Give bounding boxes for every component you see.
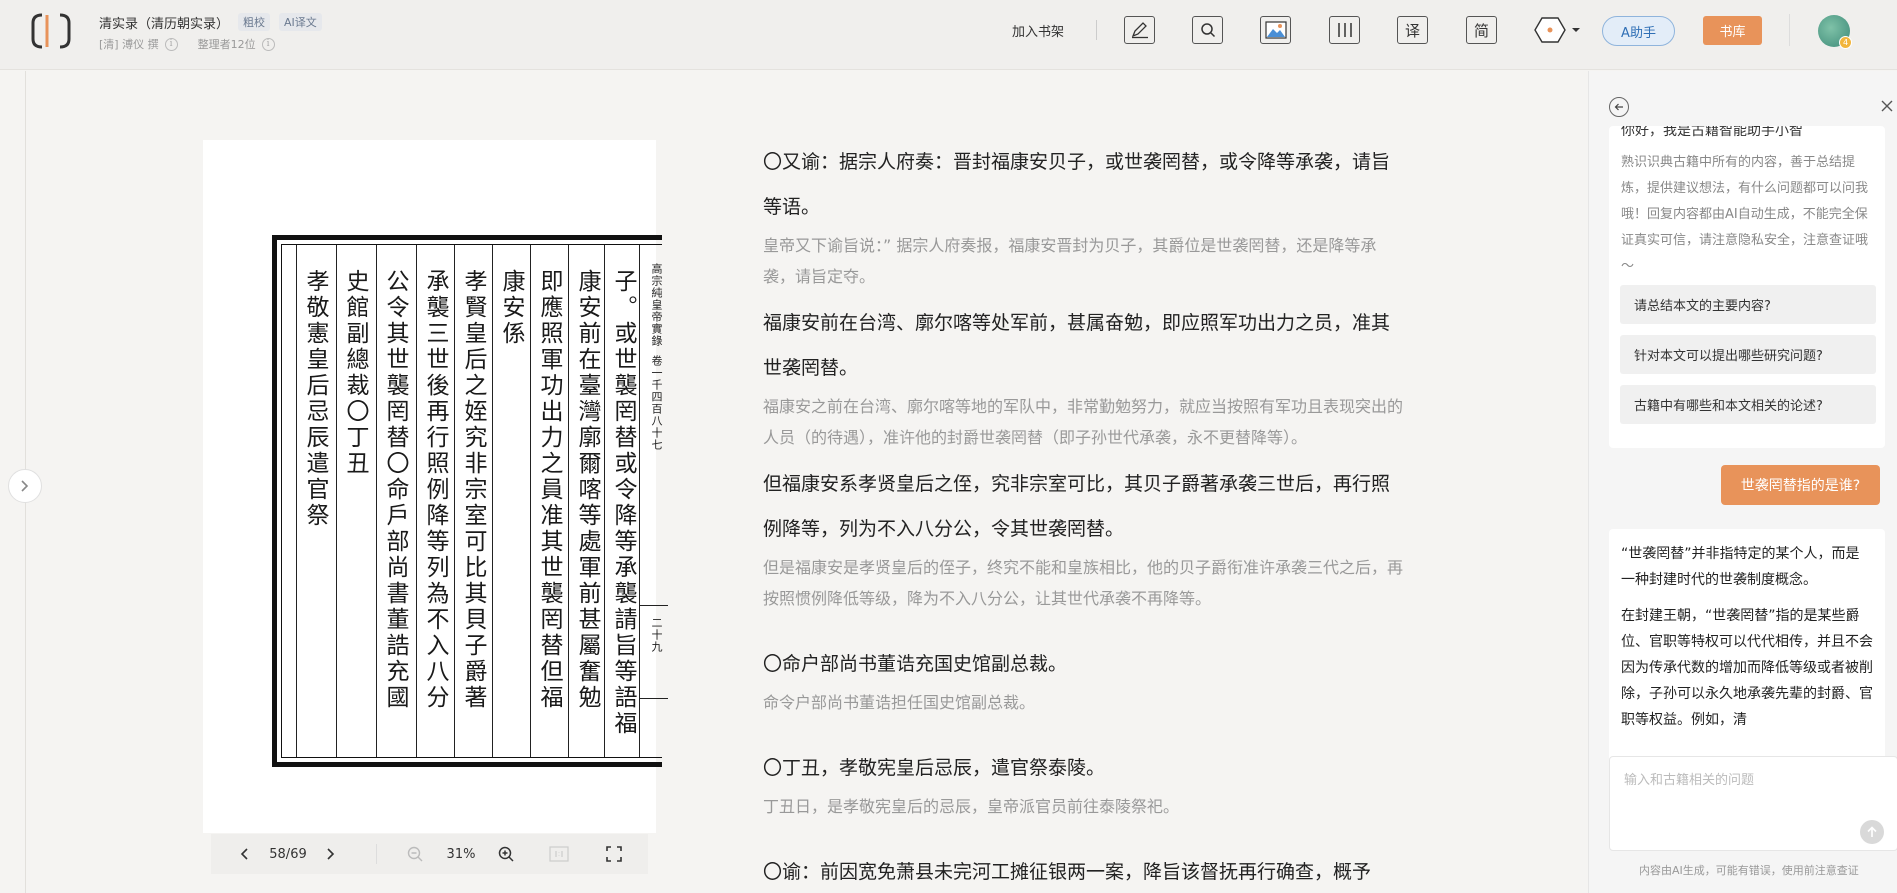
library-button[interactable]: 书库 [1703, 16, 1762, 45]
translation-text[interactable]: 但是福康安是孝贤皇后的侄子，终究不能和皇族相比，他的贝子爵衔准许承袭三代之后，再… [763, 552, 1403, 614]
close-panel-button[interactable] [1880, 97, 1894, 118]
assistant-button[interactable]: A助手 [1602, 16, 1675, 46]
zoom-level: 31% [446, 846, 476, 862]
question-input[interactable] [1610, 757, 1897, 850]
scan-column: 康安係 [498, 269, 524, 347]
translation-text[interactable]: 福康安之前在台湾、廓尔喀等地的军队中，非常勤勉努力，就应当按照有军功且表现突出的… [763, 391, 1403, 453]
user-question-bubble: 世袭罔替指的是谁? [1721, 465, 1880, 505]
annotate-tool-button[interactable] [1124, 16, 1155, 44]
scan-column: 承襲三世後再行照例降等列為不入八分 [422, 269, 448, 711]
zoom-out-icon [407, 846, 423, 862]
book-title: 清实录（清历朝实录） [99, 16, 230, 32]
image-tool-button[interactable] [1260, 16, 1291, 44]
avatar-badge: 4 [1839, 36, 1852, 49]
suggestion-related[interactable]: 古籍中有哪些和本文相关的论述? [1620, 385, 1876, 424]
scan-page-image: 子。或世襲罔替或令降等承襲請旨等語福 康安前在臺灣廓爾喀等處軍前甚屬奮勉 即應照… [203, 140, 668, 833]
suggestion-research[interactable]: 针对本文可以提出哪些研究问题? [1620, 335, 1876, 374]
fullscreen-icon [606, 846, 622, 862]
chevron-down-icon [1572, 28, 1580, 32]
image-icon [1264, 21, 1287, 39]
add-to-shelf-button[interactable]: 加入书架 [1012, 21, 1064, 40]
answer-paragraph: 在封建王朝，“世袭罔替”指的是某些爵位、官职等特权可以代代相传，并且不会因为传承… [1621, 608, 1873, 728]
scan-toolbar: 58/69 31% [211, 834, 648, 874]
scan-column: 孝敬憲皇后忌辰遣官祭 [302, 269, 328, 529]
expand-sidebar-button[interactable] [8, 469, 42, 503]
scan-margin: 高宗純皇帝實錄 卷一千四百八十七 二十九 [639, 245, 668, 757]
fullscreen-button[interactable] [602, 834, 626, 874]
header-divider [1096, 20, 1097, 40]
user-avatar[interactable]: 4 [1818, 15, 1852, 49]
text-paragraph: 福康安前在台湾、廓尔喀等处军前，甚属奋勉，即应照军功出力之员，准其世袭罔替。 福… [763, 301, 1403, 453]
ai-disclaimer: 内容由AI生成，可能有错误，使用前注意查证 [1639, 864, 1859, 877]
greeting-title: 你好，我是古籍智能助手小智 [1621, 126, 1803, 139]
scan-column: 公令其世襲罔替〇命戶部尚書董誥充國 [382, 269, 408, 711]
book-info: 清实录（清历朝实录） 粗校 AI译文 [清] 溥仪 撰 i 整理者12位 i [99, 12, 322, 52]
original-text[interactable]: 福康安前在台湾、廓尔喀等处军前，甚属奋勉，即应照军功出力之员，准其世袭罔替。 [763, 301, 1403, 391]
simplified-tool-button[interactable]: 简 [1466, 16, 1497, 44]
search-icon [1200, 23, 1215, 38]
columns-tool-button[interactable] [1329, 16, 1360, 44]
suggestion-summary[interactable]: 请总结本文的主要内容? [1620, 285, 1876, 324]
scan-column: 即應照軍功出力之員准其世襲罔替但福 [536, 269, 562, 711]
scan-column: 孝賢皇后之姪究非宗室可比其貝子爵著 [460, 269, 486, 711]
text-paragraph: 〇丁丑，孝敬宪皇后忌辰，遣官祭泰陵。 丁丑日，是孝敬宪皇后的忌辰，皇帝派官员前往… [763, 746, 1403, 822]
one-to-one-icon [549, 846, 569, 862]
zoom-in-icon [498, 846, 514, 862]
text-paragraph: 但福康安系孝贤皇后之侄，究非宗室可比，其贝子爵著承袭三世后，再行照例降等，列为不… [763, 462, 1403, 614]
collators-label: 整理者12位 [197, 38, 256, 51]
zoom-in-button[interactable] [494, 834, 518, 874]
text-paragraph: 〇命户部尚书董诰充国史馆副总裁。 命令户部尚书董诰担任国史馆副总裁。 [763, 642, 1403, 718]
translation-text[interactable]: 命令户部尚书董诰担任国史馆副总裁。 [763, 687, 1403, 718]
margin-volume: 卷一千四百八十七 [650, 355, 663, 451]
next-page-button[interactable] [318, 834, 342, 874]
info-icon[interactable]: i [164, 37, 178, 51]
answer-paragraph: “世袭罔替”并非指特定的某个人，而是一种封建时代的世袭制度概念。 [1621, 546, 1860, 588]
model-select-button[interactable] [1534, 15, 1582, 45]
search-tool-button[interactable] [1192, 16, 1223, 44]
original-text[interactable]: 但福康安系孝贤皇后之侄，究非宗室可比，其贝子爵著承袭三世后，再行照例降等，列为不… [763, 462, 1403, 552]
send-button[interactable] [1860, 820, 1884, 844]
scan-column: 史館副總裁〇丁丑 [342, 269, 368, 477]
page-indicator: 58/69 [269, 846, 307, 862]
text-paragraph: 〇谕：前因宽免萧县未完河工摊征银两一案，降旨该督抚再行确查，概予 [763, 850, 1403, 893]
header-divider [1789, 14, 1790, 46]
original-text[interactable]: 〇又谕：据宗人府奏：晋封福康安贝子，或世袭罔替，或令降等承袭，请旨等语。 [763, 140, 1403, 230]
author-label: [清] 溥仪 撰 [99, 38, 159, 51]
app-logo[interactable] [30, 11, 72, 51]
ai-translation-tag: AI译文 [279, 13, 322, 31]
arrow-up-icon [1867, 826, 1877, 837]
actual-size-button[interactable] [547, 834, 571, 874]
close-icon [1881, 100, 1893, 112]
reading-content: 〇又谕：据宗人府奏：晋封福康安贝子，或世袭罔替，或令降等承袭，请旨等语。 皇帝又… [763, 140, 1403, 893]
back-button[interactable] [1609, 97, 1629, 117]
prev-page-button[interactable] [233, 834, 257, 874]
columns-icon [1337, 23, 1352, 37]
arrow-left-icon [1614, 103, 1623, 111]
chevron-left-icon [240, 848, 248, 860]
scan-frame: 子。或世襲罔替或令降等承襲請旨等語福 康安前在臺灣廓爾喀等處軍前甚屬奮勉 即應照… [272, 235, 668, 767]
top-bar: 清实录（清历朝实录） 粗校 AI译文 [清] 溥仪 撰 i 整理者12位 i 加… [0, 0, 1897, 70]
original-text[interactable]: 〇命户部尚书董诰充国史馆副总裁。 [763, 642, 1403, 687]
greeting-body: 熟识识典古籍中所有的内容，善于总结提炼，提供建议想法，有什么问题都可以问我哦！回… [1621, 155, 1869, 274]
text-paragraph: 〇又谕：据宗人府奏：晋封福康安贝子，或世袭罔替，或令降等承袭，请旨等语。 皇帝又… [763, 140, 1403, 292]
original-text[interactable]: 〇谕：前因宽免萧县未完河工摊征银两一案，降旨该督抚再行确查，概予 [763, 850, 1403, 893]
translate-tool-button[interactable]: 译 [1397, 16, 1428, 44]
proofread-tag: 粗校 [238, 13, 271, 31]
translation-text[interactable]: 皇帝又下谕旨说：” 据宗人府奏报，福康安晋封为贝子，其爵位是世袭罔替，还是降等承… [763, 230, 1403, 292]
translation-text[interactable]: 丁丑日，是孝敬宪皇后的忌辰，皇帝派官员前往泰陵祭祀。 [763, 791, 1403, 822]
margin-title: 高宗純皇帝實錄 [650, 263, 663, 347]
hexagon-icon [1534, 17, 1566, 43]
margin-page: 二十九 [650, 617, 663, 653]
question-input-box [1609, 756, 1897, 851]
chevron-right-icon [327, 848, 335, 860]
chevron-right-icon [21, 480, 29, 492]
pen-icon [1131, 22, 1148, 39]
assistant-panel: 你好，我是古籍智能助手小智 熟识识典古籍中所有的内容，善于总结提炼，提供建议想法… [1588, 71, 1897, 893]
scan-column: 康安前在臺灣廓爾喀等處軍前甚屬奮勉 [574, 269, 600, 711]
scan-column: 子。或世襲罔替或令降等承襲請旨等語福 [610, 269, 636, 737]
zoom-out-button[interactable] [403, 834, 427, 874]
info-icon[interactable]: i [261, 37, 275, 51]
greeting-card: 你好，我是古籍智能助手小智 熟识识典古籍中所有的内容，善于总结提炼，提供建议想法… [1609, 126, 1885, 448]
original-text[interactable]: 〇丁丑，孝敬宪皇后忌辰，遣官祭泰陵。 [763, 746, 1403, 791]
